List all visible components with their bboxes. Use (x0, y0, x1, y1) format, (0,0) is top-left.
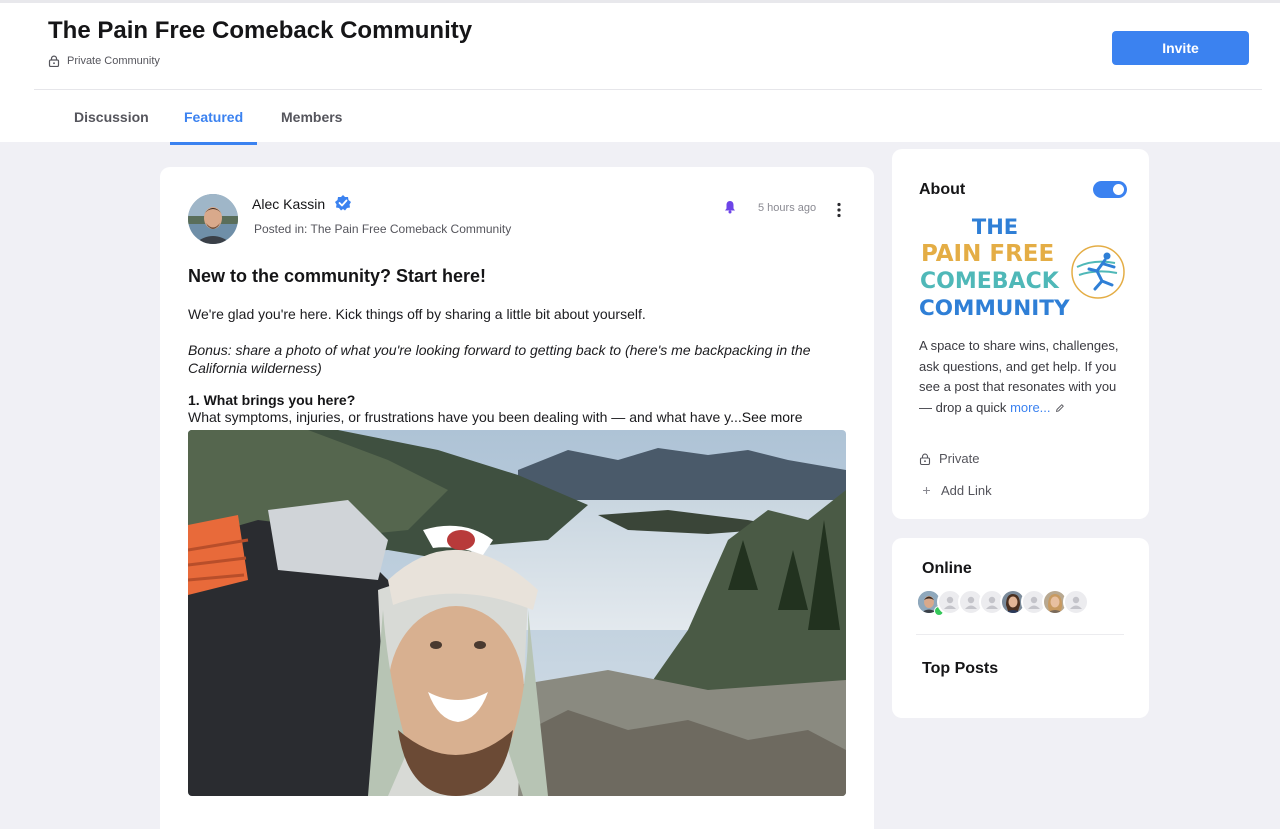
top-posts-heading: Top Posts (922, 660, 999, 677)
question-text: What symptoms, injuries, or frustrations… (188, 409, 803, 425)
see-more-link[interactable]: See more (742, 409, 803, 425)
question-title: 1. What brings you here? (188, 392, 356, 408)
author-avatar[interactable] (188, 194, 238, 244)
privacy-label: Private Community (67, 55, 160, 67)
about-privacy: Private (919, 451, 979, 466)
tab-members[interactable]: Members (281, 109, 342, 125)
post-title[interactable]: New to the community? Start here! (188, 266, 486, 287)
community-title: The Pain Free Comeback Community (48, 17, 473, 44)
add-link-button[interactable]: Add Link (922, 483, 992, 498)
more-link[interactable]: more... (1010, 400, 1050, 415)
add-link-label: Add Link (941, 483, 992, 498)
posted-in-label[interactable]: Posted in: The Pain Free Comeback Commun… (254, 222, 511, 236)
question-text-body: What symptoms, injuries, or frustrations… (188, 409, 742, 425)
logo-line-4: COMMUNITY (919, 296, 1070, 321)
about-heading: About (919, 181, 966, 198)
lock-icon (48, 55, 60, 67)
logo-line-3: COMEBACK (920, 269, 1060, 294)
about-privacy-label: Private (939, 451, 980, 466)
pencil-icon[interactable] (1055, 403, 1065, 413)
about-toggle[interactable] (1093, 181, 1127, 198)
about-description: A space to share wins, challenges, ask q… (919, 336, 1119, 418)
post-bonus: Bonus: share a photo of what you're look… (188, 342, 811, 376)
author-name[interactable]: Alec Kassin (252, 196, 325, 212)
verified-badge-icon (335, 195, 351, 211)
community-header: The Pain Free Comeback Community Private… (0, 0, 1280, 145)
online-avatar-placeholder[interactable] (1063, 589, 1089, 615)
online-heading: Online (922, 560, 972, 577)
post-card: Alec Kassin Posted in: The Pain Free Com… (160, 167, 874, 829)
post-intro: We're glad you're here. Kick things off … (188, 306, 646, 322)
logo-line-2: PAIN FREE (921, 241, 1054, 267)
runner-icon (1071, 245, 1125, 299)
invite-button[interactable]: Invite (1112, 31, 1249, 65)
bell-icon[interactable] (724, 200, 736, 214)
community-logo: THE PAIN FREE COMEBACK COMMUNITY (919, 215, 1129, 323)
privacy-indicator: Private Community (48, 55, 160, 67)
online-card: Online Top Posts (892, 538, 1149, 718)
tab-featured[interactable]: Featured (184, 109, 243, 125)
post-timestamp: 5 hours ago (758, 202, 817, 214)
plus-icon (923, 487, 930, 494)
logo-line-1: THE (972, 215, 1018, 239)
header-divider (34, 89, 1262, 90)
lock-icon (919, 453, 931, 465)
online-members (916, 589, 1106, 617)
more-vertical-icon[interactable] (836, 202, 842, 218)
online-divider (916, 634, 1124, 635)
post-photo[interactable] (188, 430, 846, 796)
tab-discussion[interactable]: Discussion (74, 109, 149, 125)
about-card: About THE PAIN FREE COMEBACK COMMUNITY A… (892, 149, 1149, 519)
active-tab-indicator (170, 142, 257, 145)
